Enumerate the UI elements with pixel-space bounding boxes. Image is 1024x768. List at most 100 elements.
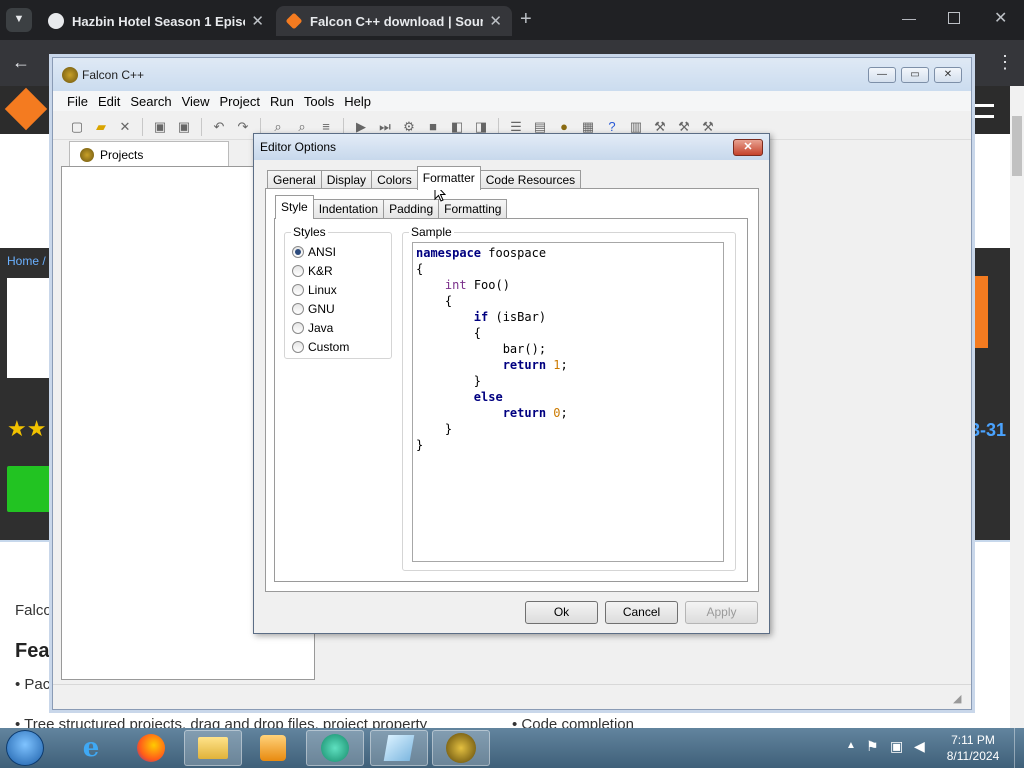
tab-general[interactable]: General [267, 170, 322, 190]
browser-tab-hazbin[interactable]: Hazbin Hotel Season 1 Episode ✕ [38, 6, 274, 36]
app-green-icon[interactable] [306, 730, 364, 766]
subtab-formatting[interactable]: Formatting [438, 199, 508, 219]
resize-grip-icon[interactable]: ◢ [953, 692, 961, 705]
kebab-menu-icon[interactable]: ⋮ [996, 52, 1014, 73]
new-tab-button[interactable]: + [520, 8, 532, 31]
show-desktop-button[interactable] [1014, 728, 1024, 768]
hamburger-menu-icon[interactable] [972, 104, 994, 118]
code-text: Foo() [466, 278, 510, 292]
radio-ansi[interactable]: ANSI [292, 245, 336, 259]
internet-explorer-icon[interactable]: e [62, 730, 120, 766]
scrollbar-thumb[interactable] [1012, 116, 1022, 176]
rating-stars-icon: ★★ [7, 416, 47, 441]
radio-custom[interactable]: Custom [292, 340, 349, 354]
media-player-icon[interactable] [244, 730, 302, 766]
close-icon[interactable]: ✕ [251, 12, 264, 30]
menu-tools[interactable]: Tools [304, 94, 334, 109]
subtab-indentation[interactable]: Indentation [312, 199, 385, 219]
radio-gnu[interactable]: GNU [292, 302, 335, 316]
falcon-logo-icon [62, 67, 78, 83]
tab-display[interactable]: Display [320, 170, 373, 190]
radio-label: Linux [308, 283, 337, 297]
open-folder-icon[interactable]: ▰ [91, 118, 111, 136]
restore-icon[interactable] [948, 12, 960, 24]
radio-unchecked-icon [292, 322, 304, 334]
minimize-button[interactable]: — [868, 67, 896, 83]
network-icon[interactable]: ▣ [890, 738, 903, 755]
feature-bullet: • Pac [15, 676, 51, 693]
code-text: } [416, 422, 453, 436]
editor-options-dialog: Editor Options ✕ General Display Colors … [253, 133, 770, 634]
menu-search[interactable]: Search [130, 94, 171, 109]
action-center-flag-icon[interactable]: ⚑ [866, 738, 879, 755]
tab-projects[interactable]: Projects [69, 141, 229, 167]
undo-icon[interactable]: ↶ [209, 118, 229, 136]
back-arrow-icon[interactable]: ← [12, 52, 30, 73]
dialog-tabs: General Display Colors Formatter Code Re… [267, 166, 582, 190]
falcon-title-bar[interactable]: Falcon C++ — ▭ ✕ [53, 58, 971, 91]
radio-linux[interactable]: Linux [292, 283, 337, 297]
maximize-button[interactable]: ▭ [901, 67, 929, 83]
menu-project[interactable]: Project [220, 94, 260, 109]
browser-tab-falcon[interactable]: Falcon C++ download | Source ✕ [276, 6, 512, 36]
code-text: } [416, 374, 482, 388]
dialog-title: Editor Options [260, 140, 337, 154]
sample-code-preview[interactable]: namespace foospace{ int Foo() { if (isBa… [412, 242, 724, 562]
menu-help[interactable]: Help [344, 94, 371, 109]
show-hidden-icons-icon[interactable]: ▲ [846, 740, 856, 751]
close-file-icon[interactable]: ✕ [115, 118, 135, 136]
close-window-icon[interactable]: ✕ [994, 8, 1007, 28]
code-line: { [416, 325, 720, 341]
radio-unchecked-icon [292, 265, 304, 277]
minimize-icon[interactable]: — [902, 10, 916, 26]
tab-code-resources[interactable]: Code Resources [479, 170, 582, 190]
radio-java[interactable]: Java [292, 321, 333, 335]
menu-file[interactable]: File [67, 94, 88, 109]
subtab-style[interactable]: Style [275, 195, 314, 219]
tab-formatter[interactable]: Formatter [416, 166, 481, 190]
code-number: 1 [553, 358, 561, 372]
firefox-icon[interactable] [122, 730, 180, 766]
save-icon[interactable]: ▣ [150, 118, 170, 136]
code-line: int Foo() [416, 277, 720, 293]
breadcrumb[interactable]: Home / [7, 254, 46, 268]
page-scrollbar[interactable] [1010, 86, 1024, 728]
save-all-icon[interactable]: ▣ [174, 118, 194, 136]
code-line: bar(); [416, 341, 720, 357]
volume-muted-icon[interactable]: ◀ [914, 738, 925, 755]
tab-search-button[interactable]: ▼ [6, 8, 32, 32]
code-line: { [416, 261, 720, 277]
clock[interactable]: 7:11 PM 8/11/2024 [938, 732, 1008, 764]
close-icon[interactable]: ✕ [733, 139, 763, 156]
new-file-icon[interactable]: ▢ [67, 118, 87, 136]
style-panel: Styles ANSI K&R Linux GNU Java Custom Sa… [274, 218, 748, 582]
menu-view[interactable]: View [182, 94, 210, 109]
download-button[interactable] [7, 466, 51, 512]
notepad-icon[interactable] [370, 730, 428, 766]
subtab-padding[interactable]: Padding [383, 199, 440, 219]
clock-date: 8/11/2024 [946, 749, 1000, 763]
radio-label: ANSI [308, 245, 337, 259]
close-button[interactable]: ✕ [934, 67, 962, 83]
code-text: foospace [481, 246, 547, 260]
tab-colors[interactable]: Colors [371, 170, 418, 190]
close-icon[interactable]: ✕ [489, 12, 502, 30]
code-keyword: return [502, 358, 547, 372]
start-orb-icon[interactable] [6, 730, 44, 766]
redo-icon[interactable]: ↷ [233, 118, 253, 136]
file-explorer-icon[interactable] [184, 730, 242, 766]
radio-label: GNU [308, 302, 335, 316]
radio-kr[interactable]: K&R [292, 264, 333, 278]
formatter-subtabs: Style Indentation Padding Formatting [275, 195, 508, 219]
ok-button[interactable]: Ok [525, 601, 598, 624]
falcon-cpp-icon[interactable] [432, 730, 490, 766]
status-bar [53, 684, 971, 708]
dialog-title-bar[interactable]: Editor Options ✕ [254, 134, 769, 160]
cancel-button[interactable]: Cancel [605, 601, 678, 624]
menu-edit[interactable]: Edit [98, 94, 120, 109]
menu-run[interactable]: Run [270, 94, 294, 109]
apply-button[interactable]: Apply [685, 601, 758, 624]
radio-checked-icon [292, 246, 304, 258]
